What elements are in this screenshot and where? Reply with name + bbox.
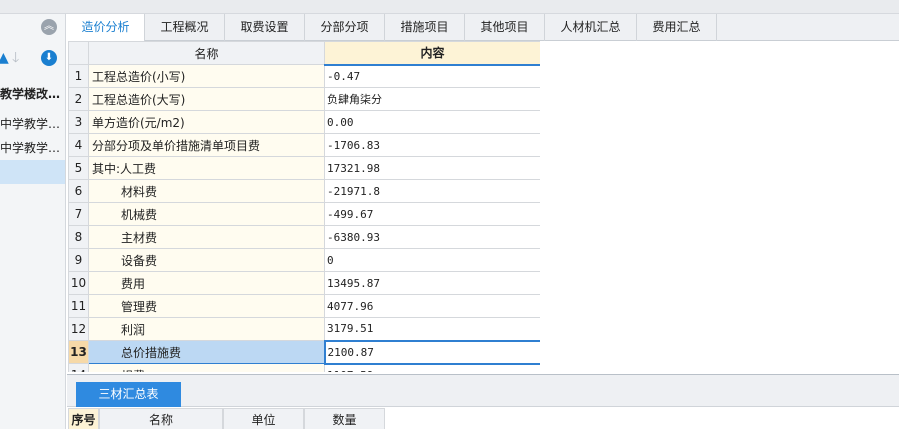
row-index: 12 bbox=[68, 317, 89, 341]
tree-item-root[interactable]: 教学楼改… bbox=[0, 82, 65, 106]
row-index: 8 bbox=[68, 225, 89, 249]
row-name[interactable]: 利润 bbox=[88, 317, 325, 341]
row-value[interactable]: 1107.59 bbox=[324, 363, 540, 372]
table-row[interactable]: 12 利润 3179.51 bbox=[68, 317, 540, 341]
tab-fee-settings[interactable]: 取费设置 bbox=[225, 14, 305, 41]
project-tree-panel: ︽ ▲ 🡓 ⬇ 教学楼改… 中学教学… 中学教学… bbox=[0, 14, 66, 429]
table-row[interactable]: 11 管理费 4077.96 bbox=[68, 294, 540, 318]
row-name[interactable]: 单方造价(元/m2) bbox=[88, 110, 325, 134]
table-row[interactable]: 5 其中:人工费 17321.98 bbox=[68, 156, 540, 180]
tab-measures[interactable]: 措施项目 bbox=[385, 14, 465, 41]
row-name[interactable]: 分部分项及单价措施清单项目费 bbox=[88, 133, 325, 157]
row-name[interactable]: 总价措施费 bbox=[88, 340, 325, 364]
bottom-panel: 三材汇总表 序号 名称 单位 数量 bbox=[67, 374, 899, 429]
row-index: 1 bbox=[68, 64, 89, 88]
download-circle-icon[interactable]: ⬇ bbox=[41, 50, 57, 66]
table-row[interactable]: 3 单方造价(元/m2) 0.00 bbox=[68, 110, 540, 134]
tab-sub-items[interactable]: 分部分项 bbox=[305, 14, 385, 41]
row-value[interactable]: -6380.93 bbox=[324, 225, 540, 249]
bottom-tab-bar: 三材汇总表 bbox=[67, 375, 899, 407]
row-value[interactable]: 0.00 bbox=[324, 110, 540, 134]
table-row[interactable]: 4 分部分项及单价措施清单项目费 -1706.83 bbox=[68, 133, 540, 157]
table-row[interactable]: 6 材料费 -21971.8 bbox=[68, 179, 540, 203]
tab-three-materials-summary[interactable]: 三材汇总表 bbox=[76, 382, 181, 407]
tree-item-child[interactable]: 中学教学… bbox=[0, 112, 65, 136]
tree-toolbar: ▲ 🡓 ⬇ bbox=[0, 48, 65, 70]
table-row[interactable]: 9 设备费 0 bbox=[68, 248, 540, 272]
tab-cost-analysis[interactable]: 造价分析 bbox=[67, 14, 145, 42]
name-column-header[interactable]: 名称 bbox=[88, 41, 325, 65]
table-row[interactable]: 1 工程总造价(小写) -0.47 bbox=[68, 64, 540, 88]
column-header-quantity[interactable]: 数量 bbox=[304, 408, 385, 429]
row-index: 9 bbox=[68, 248, 89, 272]
row-name[interactable]: 规费 bbox=[88, 363, 325, 372]
top-strip bbox=[0, 0, 899, 14]
row-index: 5 bbox=[68, 156, 89, 180]
chevron-up-circle-icon[interactable]: ︽ bbox=[41, 19, 57, 35]
row-name[interactable]: 主材费 bbox=[88, 225, 325, 249]
tab-project-overview[interactable]: 工程概况 bbox=[145, 14, 225, 41]
row-index: 10 bbox=[68, 271, 89, 295]
column-header-unit[interactable]: 单位 bbox=[223, 408, 304, 429]
table-row[interactable]: 2 工程总造价(大写) 负肆角柒分 bbox=[68, 87, 540, 111]
row-index: 7 bbox=[68, 202, 89, 226]
tree-item-selected[interactable] bbox=[0, 160, 65, 184]
table-row[interactable]: 7 机械费 -499.67 bbox=[68, 202, 540, 226]
tab-fee-summary[interactable]: 费用汇总 bbox=[637, 14, 717, 41]
arrow-up-icon[interactable]: ▲ bbox=[0, 48, 9, 68]
content-column-header[interactable]: 内容 bbox=[324, 41, 540, 66]
tab-labor-material-summary[interactable]: 人材机汇总 bbox=[545, 14, 637, 41]
table-row[interactable]: 8 主材费 -6380.93 bbox=[68, 225, 540, 249]
app-window: ︽ ▲ 🡓 ⬇ 教学楼改… 中学教学… 中学教学… 造价分析 工程概况 取费设置… bbox=[0, 0, 899, 429]
table-row-selected[interactable]: 13 总价措施费 2100.87 bbox=[68, 339, 540, 365]
row-name[interactable]: 材料费 bbox=[88, 179, 325, 203]
row-value[interactable]: 3179.51 bbox=[324, 317, 540, 341]
row-name[interactable]: 工程总造价(小写) bbox=[88, 64, 325, 88]
row-name[interactable]: 工程总造价(大写) bbox=[88, 87, 325, 111]
row-value[interactable]: 13495.87 bbox=[324, 271, 540, 295]
tab-other-items[interactable]: 其他项目 bbox=[465, 14, 545, 41]
cost-analysis-grid: 名称 内容 1 工程总造价(小写) -0.47 2 工程总造价(大写) 负肆角柒… bbox=[68, 41, 540, 372]
row-index: 2 bbox=[68, 87, 89, 111]
row-name[interactable]: 费用 bbox=[88, 271, 325, 295]
arrow-down-icon[interactable]: 🡓 bbox=[12, 48, 19, 68]
table-row[interactable]: 14 规费 1107.59 bbox=[68, 363, 540, 372]
row-name[interactable]: 管理费 bbox=[88, 294, 325, 318]
row-index: 11 bbox=[68, 294, 89, 318]
column-header-seq[interactable]: 序号 bbox=[68, 408, 99, 429]
tab-bar: 造价分析 工程概况 取费设置 分部分项 措施项目 其他项目 人材机汇总 费用汇总 bbox=[67, 14, 899, 42]
column-header-name[interactable]: 名称 bbox=[99, 408, 223, 429]
row-value[interactable]: -21971.8 bbox=[324, 179, 540, 203]
row-value[interactable]: 0 bbox=[324, 248, 540, 272]
row-value[interactable]: -0.47 bbox=[324, 64, 540, 88]
row-value[interactable]: 负肆角柒分 bbox=[324, 87, 540, 111]
row-name[interactable]: 机械费 bbox=[88, 202, 325, 226]
row-index: 4 bbox=[68, 133, 89, 157]
row-value[interactable]: 17321.98 bbox=[324, 156, 540, 180]
row-index: 14 bbox=[68, 363, 89, 372]
row-value-editor[interactable]: 2100.87 bbox=[323, 339, 540, 365]
row-name[interactable]: 其中:人工费 bbox=[88, 156, 325, 180]
row-index: 13 bbox=[68, 340, 89, 364]
row-value[interactable]: -499.67 bbox=[324, 202, 540, 226]
row-value[interactable]: -1706.83 bbox=[324, 133, 540, 157]
row-value[interactable]: 4077.96 bbox=[324, 294, 540, 318]
table-row[interactable]: 10 费用 13495.87 bbox=[68, 271, 540, 295]
row-index-header bbox=[68, 41, 89, 65]
tree-item-child[interactable]: 中学教学… bbox=[0, 136, 65, 160]
row-index: 3 bbox=[68, 110, 89, 134]
row-index: 6 bbox=[68, 179, 89, 203]
row-name[interactable]: 设备费 bbox=[88, 248, 325, 272]
